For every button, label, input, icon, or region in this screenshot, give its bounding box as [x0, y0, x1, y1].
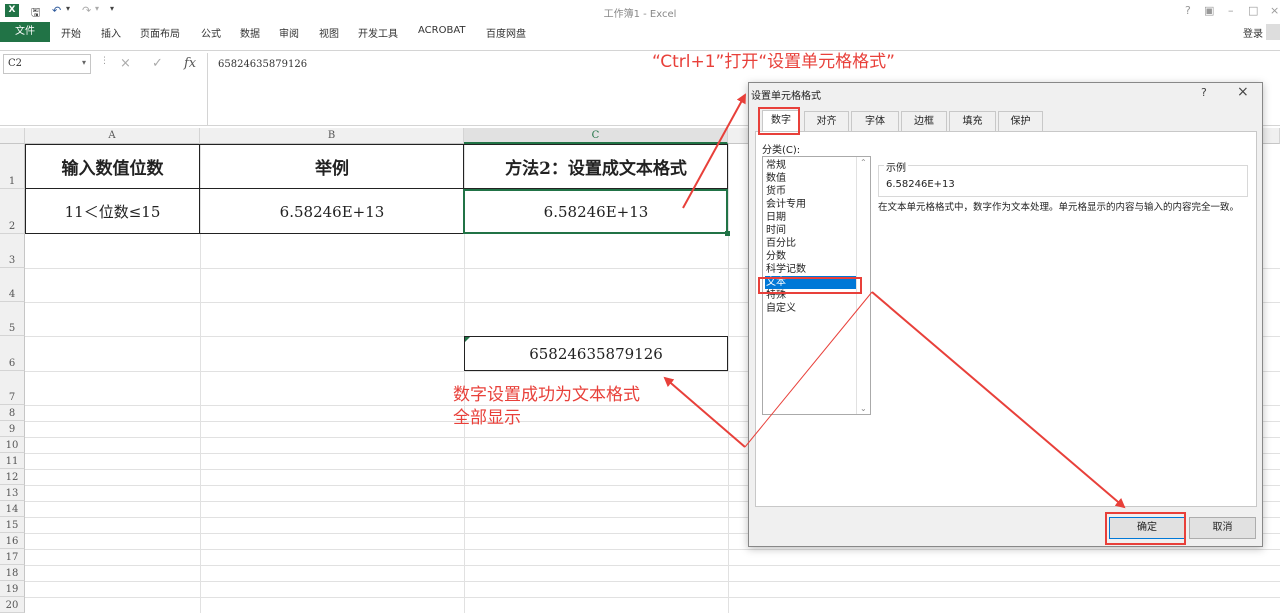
row-header-13[interactable]: 13 — [0, 485, 25, 501]
tab-baidu-netdisk[interactable]: 百度网盘 — [486, 25, 526, 40]
row-header-11[interactable]: 11 — [0, 453, 25, 469]
insert-function-icon[interactable]: fx — [184, 56, 196, 71]
close-window-icon[interactable]: × — [1270, 4, 1279, 17]
row-header-6[interactable]: 6 — [0, 336, 25, 371]
chevron-down-icon[interactable]: ▾ — [82, 58, 86, 67]
list-item[interactable]: 百分比 — [765, 237, 857, 250]
format-description: 在文本单元格格式中，数字作为文本处理。单元格显示的内容与输入的内容完全一致。 — [878, 202, 1240, 213]
dialog-help-icon[interactable]: ? — [1201, 86, 1207, 99]
row-header-2[interactable]: 2 — [0, 189, 25, 234]
column-header-a[interactable]: A — [25, 128, 200, 144]
shortcut-annotation: “Ctrl+1”打开“设置单元格格式” — [652, 52, 895, 72]
tab-insert[interactable]: 插入 — [101, 25, 121, 40]
gridline — [25, 549, 1280, 550]
ribbon-tabs: 文件 开始 插入 页面布局 公式 数据 审阅 视图 开发工具 ACROBAT 百… — [0, 22, 1280, 42]
row-header-4[interactable]: 4 — [0, 268, 25, 302]
list-item[interactable]: 货币 — [765, 185, 857, 198]
help-icon[interactable]: ? — [1185, 4, 1191, 17]
row-header-19[interactable]: 19 — [0, 581, 25, 597]
row-header-17[interactable]: 17 — [0, 549, 25, 565]
cell-b1[interactable]: 举例 — [201, 145, 463, 188]
row-header-20[interactable]: 20 — [0, 597, 25, 613]
maximize-icon[interactable]: □ — [1248, 4, 1258, 17]
more-icon: ⋮ — [100, 56, 109, 66]
tab-border[interactable]: 边框 — [901, 111, 947, 131]
gridline — [25, 597, 1280, 598]
success-annotation-line2: 全部显示 — [453, 408, 521, 428]
gridline — [25, 565, 1280, 566]
ribbon-display-icon[interactable]: ▣ — [1204, 4, 1214, 17]
row-header-7[interactable]: 7 — [0, 371, 25, 405]
cell-b2[interactable]: 6.58246E+13 — [201, 190, 463, 233]
name-box-value: C2 — [8, 58, 23, 69]
row-header-15[interactable]: 15 — [0, 517, 25, 533]
tab-protection[interactable]: 保护 — [998, 111, 1043, 131]
list-item[interactable]: 自定义 — [765, 302, 857, 315]
cell-c1[interactable]: 方法2：设置成文本格式 — [465, 145, 727, 188]
select-all-corner[interactable] — [0, 128, 25, 144]
tab-developer[interactable]: 开发工具 — [358, 25, 398, 40]
tab-formulas[interactable]: 公式 — [201, 25, 221, 40]
avatar[interactable] — [1266, 24, 1280, 40]
tab-acrobat[interactable]: ACROBAT — [418, 25, 466, 36]
tab-data[interactable]: 数据 — [240, 25, 260, 40]
tab-fill[interactable]: 填充 — [949, 111, 996, 131]
row-header-14[interactable]: 14 — [0, 501, 25, 517]
list-item[interactable]: 日期 — [765, 211, 857, 224]
cancel-button[interactable]: 取消 — [1189, 517, 1256, 539]
format-cells-dialog: 设置单元格格式 ? × 数字 对齐 字体 边框 填充 保护 分类(C): 常规 … — [748, 82, 1263, 547]
column-header-b[interactable]: B — [200, 128, 464, 144]
row-header-10[interactable]: 10 — [0, 437, 25, 453]
row-header-16[interactable]: 16 — [0, 533, 25, 549]
tab-font[interactable]: 字体 — [851, 111, 899, 131]
chevron-up-icon[interactable]: ⌃ — [860, 158, 867, 167]
window-title: 工作簿1 - Excel — [603, 9, 677, 20]
list-item[interactable]: 分数 — [765, 250, 857, 263]
login-link[interactable]: 登录 — [1243, 25, 1263, 40]
gridline — [25, 581, 1280, 582]
row-header-5[interactable]: 5 — [0, 302, 25, 336]
row-header-8[interactable]: 8 — [0, 405, 25, 421]
tab-home[interactable]: 开始 — [61, 25, 81, 40]
category-label: 分类(C): — [762, 145, 801, 156]
table-divider — [199, 145, 200, 233]
list-item[interactable]: 时间 — [765, 224, 857, 237]
dialog-title: 设置单元格格式 — [751, 91, 821, 102]
dialog-close-icon[interactable]: × — [1237, 84, 1249, 100]
tab-review[interactable]: 审阅 — [279, 25, 299, 40]
highlight-number-tab — [758, 107, 800, 135]
list-item[interactable]: 会计专用 — [765, 198, 857, 211]
name-box[interactable]: C2 ▾ — [3, 54, 91, 74]
cancel-icon[interactable]: × — [120, 56, 131, 71]
row-header-3[interactable]: 3 — [0, 234, 25, 268]
success-annotation-line1: 数字设置成功为文本格式 — [453, 385, 640, 405]
tab-view[interactable]: 视图 — [319, 25, 339, 40]
fill-handle[interactable] — [725, 231, 730, 236]
chevron-down-icon[interactable]: ⌄ — [860, 404, 867, 413]
gridline — [728, 144, 729, 613]
row-header-12[interactable]: 12 — [0, 469, 25, 485]
cell-a2[interactable]: 11＜位数≤15 — [26, 190, 199, 233]
enter-icon[interactable]: ✓ — [152, 56, 163, 71]
row-header-18[interactable]: 18 — [0, 565, 25, 581]
highlight-text-category — [758, 277, 862, 294]
active-cell-outline — [463, 189, 728, 234]
column-header-c[interactable]: C — [464, 128, 728, 144]
row-header-1[interactable]: 1 — [0, 144, 25, 189]
list-item[interactable]: 科学记数 — [765, 263, 857, 276]
tab-page-layout[interactable]: 页面布局 — [140, 25, 180, 40]
text-number-indicator-icon — [465, 337, 470, 342]
highlight-ok-button — [1105, 512, 1186, 545]
minimize-icon[interactable]: – — [1228, 4, 1234, 17]
tab-file[interactable]: 文件 — [0, 22, 50, 42]
list-item[interactable]: 数值 — [765, 172, 857, 185]
row-header-9[interactable]: 9 — [0, 421, 25, 437]
title-bar: X 🖫 ↶ ▾ ↷ ▾ ▾ 工作簿1 - Excel ? ▣ – □ × — [0, 0, 1280, 22]
sample-label: 示例 — [884, 159, 908, 174]
tab-alignment[interactable]: 对齐 — [804, 111, 849, 131]
cell-c6[interactable]: 65824635879126 — [464, 336, 728, 371]
sample-value: 6.58246E+13 — [886, 179, 955, 190]
cell-a1[interactable]: 输入数值位数 — [26, 145, 199, 188]
list-item[interactable]: 常规 — [765, 159, 857, 172]
